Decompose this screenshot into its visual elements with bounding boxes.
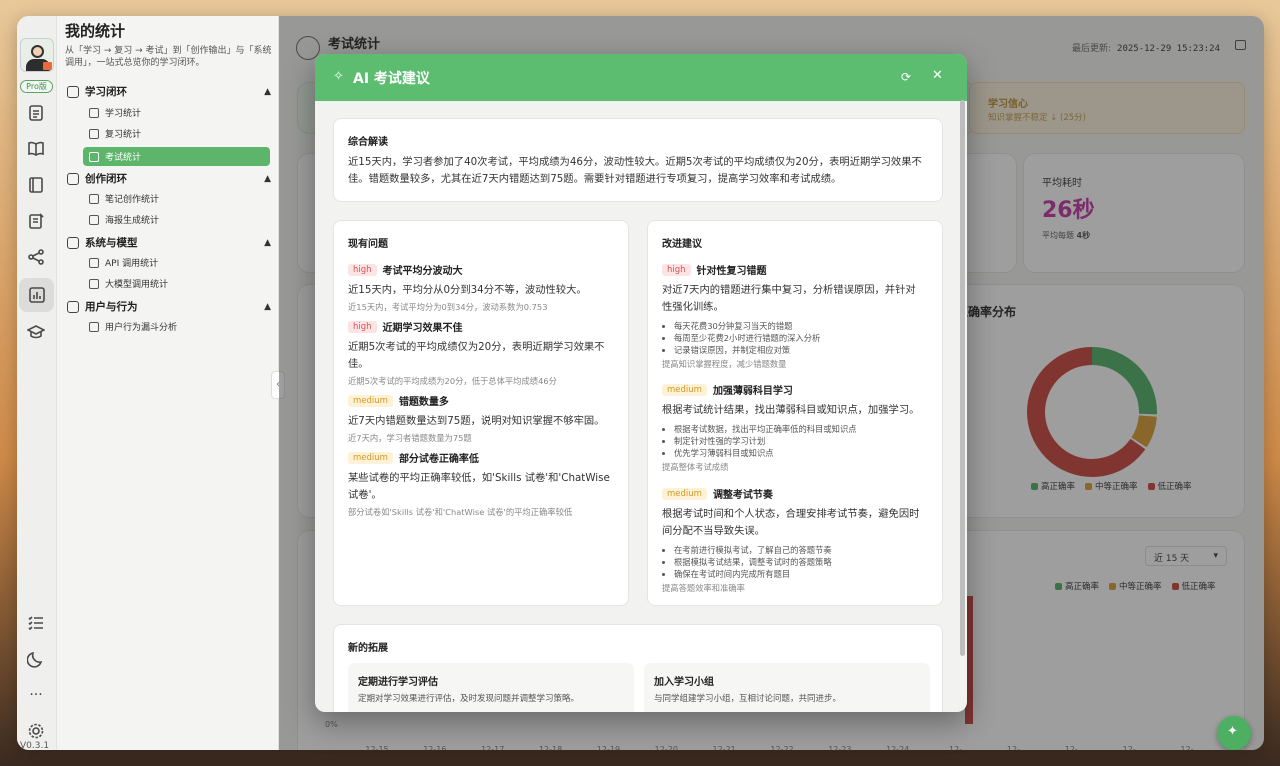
sidebar-item-poster-stats[interactable]: 海报生成统计 [83, 210, 270, 229]
more-icon[interactable]: ··· [25, 684, 47, 706]
priority-badge: high [348, 320, 377, 333]
version-label: V0.3.1 [20, 741, 50, 750]
exam-paper-icon [89, 151, 99, 162]
extensions-title: 新的拓展 [348, 643, 388, 654]
section-user-behavior[interactable]: 用户与行为 ▲ [67, 299, 271, 314]
chevron-up-icon: ▲ [264, 173, 271, 184]
chevron-up-icon: ▲ [264, 301, 271, 312]
task-list-icon[interactable] [25, 612, 47, 634]
close-icon[interactable]: ✕ [932, 69, 946, 83]
priority-badge: medium [348, 394, 393, 407]
notebook-icon[interactable] [25, 174, 47, 196]
issues-card: 现有问题 high 考试平均分波动大 近15天内，平均分从0分到34分不等，波动性… [333, 220, 629, 606]
image-icon [89, 214, 99, 225]
chevron-up-icon: ▲ [264, 237, 271, 248]
archive-icon [89, 128, 99, 139]
summary-text: 近15天内，学习者参加了40次考试，平均成绩为46分，波动性较大。近期5次考试的… [348, 156, 922, 185]
suggestions-title: 改进建议 [662, 239, 702, 250]
moon-icon[interactable] [25, 648, 47, 670]
statistics-icon[interactable] [19, 278, 54, 312]
priority-badge: high [348, 263, 377, 276]
summary-card: 综合解读 近15天内，学习者参加了40次考试，平均成绩为46分，波动性较大。近期… [333, 118, 943, 202]
sparkle-icon: ✦ [1227, 724, 1238, 739]
share-icon[interactable] [25, 246, 47, 268]
issue-item: high 近期学习效果不佳 近期5次考试的平均成绩仅为20分，表明近期学习效果不佳… [348, 320, 605, 386]
sidebar-title: 我的统计 [65, 22, 126, 40]
icon-rail: Pro版 ··· V0.3.1 [17, 16, 57, 750]
stats-sidebar: 我的统计 从「学习 → 复习 → 考试」到「创作输出」与「系统调用」，一站式总览… [57, 16, 279, 750]
sidebar-item-funnel-analysis[interactable]: 用户行为漏斗分析 [83, 317, 270, 336]
summary-title: 综合解读 [348, 137, 388, 148]
extension-item: 加入学习小组 与同学组建学习小组，互相讨论问题，共同进步。 [644, 663, 930, 712]
refresh-icon[interactable]: ⟳ [901, 70, 915, 84]
suggestion-item: medium 调整考试节奏 根据考试时间和个人状态，合理安排考试节奏，避免因时间分… [662, 483, 924, 594]
priority-badge: high [662, 263, 691, 276]
edit-icon [67, 172, 79, 185]
section-system-models[interactable]: 系统与模型 ▲ [67, 235, 271, 250]
sidebar-item-review-stats[interactable]: 复习统计 [83, 124, 270, 143]
exam-paper-icon[interactable] [25, 210, 47, 232]
sidebar-item-api-stats[interactable]: API 调用统计 [83, 253, 270, 272]
book-open-icon[interactable] [25, 137, 47, 159]
action-list: 每天花费30分钟复习当天的错题 每周至少花费2小时进行错题的深入分析 记录错误原… [662, 320, 924, 356]
issues-title: 现有问题 [348, 239, 388, 250]
sidebar-item-exam-stats[interactable]: 考试统计 [83, 147, 270, 166]
sidebar-item-learning-stats[interactable]: 学习统计 [83, 103, 270, 122]
suggestion-item: medium 加强薄弱科目学习 根据考试统计结果，找出薄弱科目或知识点，加强学习。… [662, 379, 924, 473]
section-creation-loop[interactable]: 创作闭环 ▲ [67, 171, 271, 186]
chart-icon [89, 278, 99, 289]
sidebar-subtitle: 从「学习 → 复习 → 考试」到「创作输出」与「系统调用」，一站式总览你的学习闭… [65, 46, 272, 68]
avatar[interactable] [20, 38, 54, 72]
settings-gear-icon[interactable] [25, 720, 47, 742]
priority-badge: medium [348, 451, 393, 464]
document-icon [89, 107, 99, 118]
modal-header: ✧ AI 考试建议 ⟳ ✕ [315, 54, 967, 101]
graduation-cap-icon [67, 85, 79, 98]
gear-icon [67, 236, 79, 249]
action-list: 根据考试数据，找出平均正确率低的科目或知识点 制定针对性强的学习计划 优先学习薄… [662, 423, 924, 459]
priority-badge: medium [662, 487, 707, 500]
graduation-cap-icon[interactable] [25, 321, 47, 343]
pro-badge: Pro版 [20, 80, 53, 93]
users-icon [89, 321, 99, 332]
sparkle-icon: ✧ [333, 69, 344, 84]
section-learning-loop[interactable]: 学习闭环 ▲ [67, 84, 271, 99]
action-list: 在考前进行模拟考试，了解自己的答题节奏 根据模拟考试结果，调整考试时的答题策略 … [662, 544, 924, 580]
sidebar-item-llm-stats[interactable]: 大模型调用统计 [83, 274, 270, 293]
modal-scrollbar[interactable] [960, 100, 965, 656]
issue-item: high 考试平均分波动大 近15天内，平均分从0分到34分不等，波动性较大。 近… [348, 263, 587, 312]
chevron-up-icon: ▲ [264, 86, 271, 97]
extensions-card: 新的拓展 定期进行学习评估 定期对学习效果进行评估，及时发现问题并调整学习策略。… [333, 624, 943, 712]
chip-icon [89, 257, 99, 268]
extension-item: 定期进行学习评估 定期对学习效果进行评估，及时发现问题并调整学习策略。 [348, 663, 634, 712]
sidebar-item-note-creation-stats[interactable]: 笔记创作统计 [83, 189, 270, 208]
issue-item: medium 部分试卷正确率低 某些试卷的平均正确率较低，如'Skills 试卷'… [348, 451, 610, 517]
document-icon[interactable] [25, 102, 47, 124]
modal-title: AI 考试建议 [353, 71, 430, 87]
ai-assistant-button[interactable]: ✦ [1217, 716, 1251, 750]
suggestion-item: high 针对性复习错题 对近7天内的错题进行集中复习，分析错误原因，并针对性强化… [662, 259, 924, 370]
sparkle-icon [89, 193, 99, 204]
priority-badge: medium [662, 383, 707, 396]
users-icon [67, 300, 79, 313]
ai-exam-advice-modal: ✧ AI 考试建议 ⟳ ✕ 综合解读 近15天内，学习者参加了40次考试，平均成… [315, 54, 967, 712]
suggestions-card: 改进建议 high 针对性复习错题 对近7天内的错题进行集中复习，分析错误原因，并… [647, 220, 943, 606]
issue-item: medium 错题数量多 近7天内错题数量达到75题，说明对知识掌握不够牢固。 近… [348, 394, 605, 443]
